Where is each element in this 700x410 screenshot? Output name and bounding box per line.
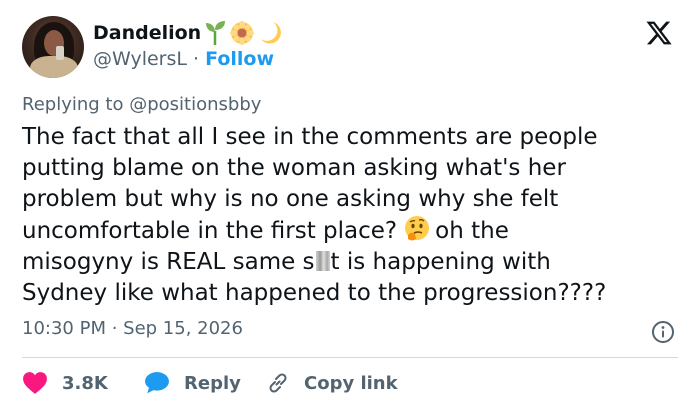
copy-link-button[interactable]: Copy link bbox=[266, 368, 398, 398]
tweet-text: The fact that all I see in the comments … bbox=[22, 122, 682, 309]
reply-button[interactable]: Reply bbox=[144, 368, 241, 398]
x-logo-icon[interactable] bbox=[645, 19, 673, 47]
sunflower-icon bbox=[230, 21, 254, 45]
divider bbox=[22, 357, 678, 358]
censor-blur bbox=[315, 251, 330, 271]
tweet-line: uncomfortable in the first place? oh the bbox=[22, 215, 682, 247]
seedling-icon bbox=[206, 21, 225, 45]
tweet-line: problem but why is no one asking why she… bbox=[22, 186, 559, 212]
user-handle[interactable]: @WylersL bbox=[93, 48, 187, 70]
avatar-body bbox=[30, 56, 78, 78]
action-bar: 3.8K Reply Copy link bbox=[22, 368, 682, 398]
avatar-phone bbox=[56, 46, 64, 60]
crescent-moon-icon bbox=[261, 22, 281, 44]
link-icon bbox=[269, 373, 287, 393]
follow-button[interactable]: Follow bbox=[205, 48, 274, 70]
heart-icon bbox=[23, 372, 47, 394]
tweet-line: The fact that all I see in the comments … bbox=[22, 124, 598, 150]
reply-label: Reply bbox=[184, 372, 241, 394]
speech-bubble-icon bbox=[145, 372, 169, 394]
tweet-line-segment: t is happening with bbox=[330, 249, 551, 275]
tweet-timestamp[interactable]: 10:30 PM · Sep 15, 2026 bbox=[22, 318, 243, 339]
handle-row: @WylersL · Follow bbox=[93, 48, 274, 70]
info-icon[interactable] bbox=[651, 320, 675, 344]
tweet-line: Sydney like what happened to the progres… bbox=[22, 280, 607, 306]
replying-to-label: Replying to bbox=[22, 94, 124, 115]
name-emojis bbox=[206, 21, 281, 45]
replying-to: Replying to @positionsbby bbox=[22, 94, 261, 115]
handle-separator: · bbox=[193, 48, 200, 70]
like-count: 3.8K bbox=[62, 372, 108, 394]
tweet-line: misogyny is REAL same s t is happening wi… bbox=[22, 247, 682, 278]
reply-mention-link[interactable]: @positionsbby bbox=[129, 94, 261, 115]
tweet-line-segment: misogyny is REAL same s bbox=[22, 249, 315, 275]
copy-link-label: Copy link bbox=[304, 372, 398, 394]
like-button[interactable]: 3.8K bbox=[22, 368, 108, 398]
avatar[interactable] bbox=[22, 16, 84, 78]
tweet-line-segment: oh the bbox=[435, 218, 509, 244]
thinking-face-icon bbox=[405, 216, 430, 241]
tweet-line-segment: uncomfortable in the first place? bbox=[22, 218, 398, 244]
display-name[interactable]: Dandelion bbox=[93, 22, 201, 44]
tweet-line: putting blame on the woman asking what's… bbox=[22, 155, 566, 181]
